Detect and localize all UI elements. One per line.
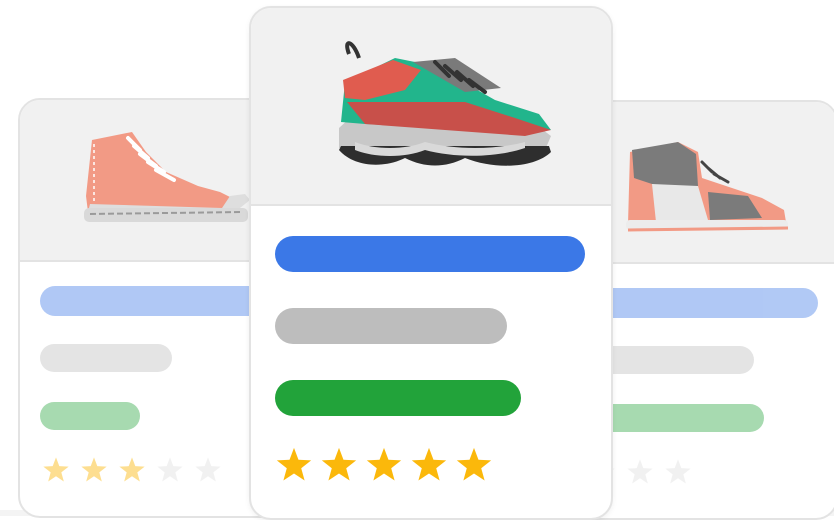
product-subtitle-bar: [40, 344, 172, 372]
product-title-bar: [275, 236, 585, 272]
basketball-sneaker-icon: [626, 142, 789, 232]
star-filled-icon: [43, 457, 69, 482]
star-empty-icon: [665, 459, 691, 484]
product-price-bar: [275, 380, 521, 416]
product-card-center[interactable]: [249, 6, 613, 520]
star-rating: [275, 446, 500, 484]
product-price-bar: [40, 402, 140, 430]
star-filled-icon: [119, 457, 145, 482]
star-filled-icon: [456, 447, 492, 481]
star-rating: [42, 456, 232, 484]
star-empty-icon: [627, 459, 653, 484]
star-filled-icon: [321, 447, 357, 481]
star-empty-icon: [157, 457, 183, 482]
product-subtitle-bar: [275, 308, 507, 344]
running-shoe-icon: [339, 41, 551, 166]
product-image-area: [251, 8, 611, 206]
star-filled-icon: [81, 457, 107, 482]
star-filled-icon: [411, 447, 447, 481]
star-filled-icon: [366, 447, 402, 481]
star-filled-icon: [276, 447, 312, 481]
star-empty-icon: [195, 457, 221, 482]
